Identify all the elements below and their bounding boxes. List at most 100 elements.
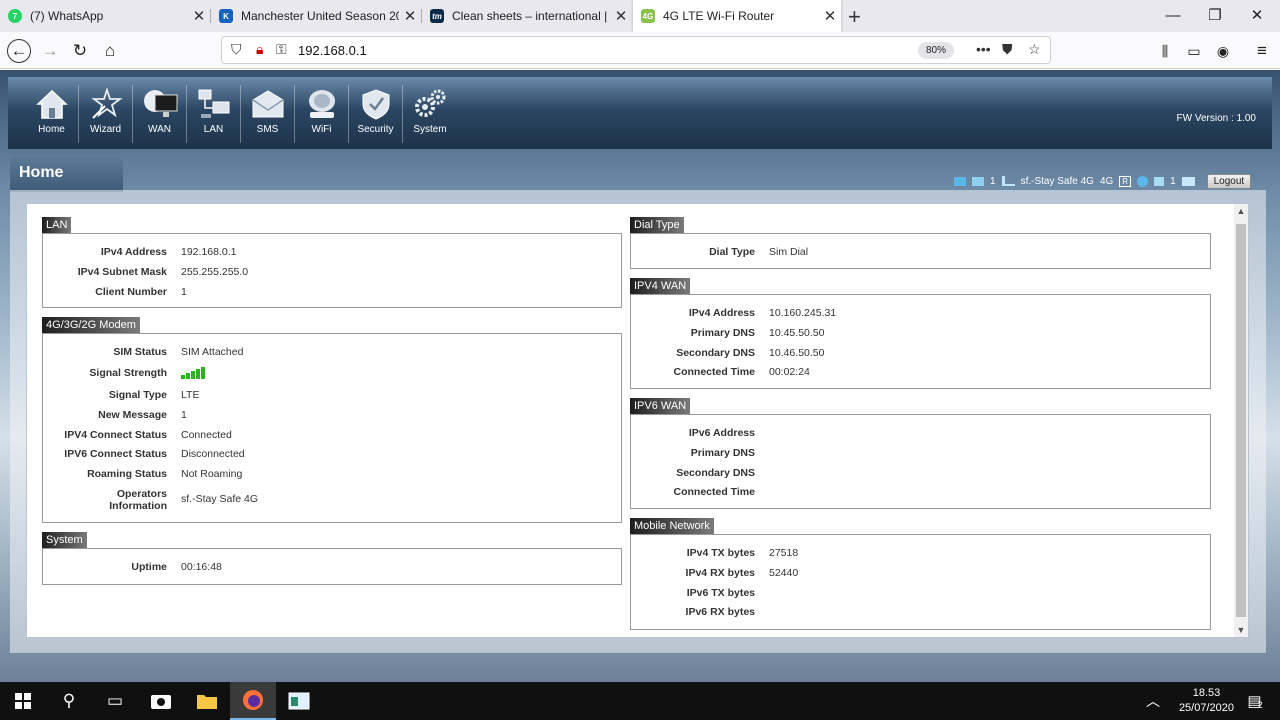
notifications-icon[interactable]: ▤ 2: [1232, 682, 1278, 720]
sms-count: 1: [990, 175, 996, 187]
back-icon[interactable]: ←: [7, 39, 31, 63]
close-tab-icon[interactable]: ✕: [188, 7, 210, 25]
sms-icon: [250, 87, 286, 121]
sms-status-icon: [972, 176, 984, 186]
close-tab-icon[interactable]: ✕: [610, 7, 632, 25]
scrollbar-thumb[interactable]: [1236, 224, 1246, 617]
section-title: IPV6 WAN: [630, 398, 691, 414]
tab-manchester-united[interactable]: K Manchester United Season 2019 ✕: [211, 0, 421, 32]
tab-title: Manchester United Season 2019: [241, 9, 399, 23]
scroll-down-icon[interactable]: ▼: [1234, 625, 1248, 635]
computer-icon: [1181, 176, 1195, 186]
shield-icon[interactable]: ⛉: [231, 41, 242, 58]
menu-item-wan[interactable]: WAN: [133, 85, 187, 143]
menu-item-system[interactable]: System: [403, 85, 457, 143]
security-icon: [358, 87, 394, 121]
page-title: Home: [10, 158, 123, 192]
ipv6-wan-section: IPV6 WAN IPv6 Address Primary DNS Second…: [630, 398, 1211, 511]
hamburger-menu-icon[interactable]: ≡: [1251, 40, 1273, 62]
close-tab-icon[interactable]: ✕: [819, 7, 841, 25]
lan-section: LAN IPv4 Address 192.168.0.1 IPv4 Subnet …: [42, 217, 622, 310]
camera-app-icon[interactable]: [138, 682, 184, 720]
vertical-scrollbar[interactable]: ▲ ▼: [1234, 204, 1248, 637]
section-title: IPV4 WAN: [630, 278, 691, 294]
dial-type-section: Dial Type Dial Type Sim Dial: [630, 217, 1211, 271]
ipv4-wan-section: IPV4 WAN IPv4 Address 10.160.245.31 Prima…: [630, 278, 1211, 391]
task-view-icon[interactable]: ▭: [92, 682, 138, 720]
windows-taskbar: ⚲ ▭ ︿ 18.53 25/07/2020 ▤ 2: [0, 682, 1280, 720]
signal-bar: [181, 375, 185, 379]
wan-icon: [142, 87, 178, 121]
4g-icon: 4G: [641, 9, 655, 23]
insecure-lock-icon[interactable]: 🔒︎: [256, 41, 263, 58]
tab-router[interactable]: 4G 4G LTE Wi-Fi Router ✕: [633, 0, 841, 32]
network-type: 4G: [1099, 175, 1114, 187]
signal-icon: [1001, 176, 1015, 186]
account-icon[interactable]: ◉: [1212, 40, 1234, 62]
library-icon[interactable]: ⫼: [1154, 40, 1176, 62]
tm-icon: tm: [430, 9, 444, 23]
tab-title: Clean sheets – international | Tr: [452, 9, 610, 23]
more-actions-icon[interactable]: •••: [976, 41, 991, 57]
show-hidden-icons-icon[interactable]: ︿: [1130, 682, 1176, 720]
url-bar[interactable]: ⛉ 🔒︎ ⚿ 192.168.0.1 80% ••• ⛊ ☆: [221, 36, 1051, 64]
search-icon[interactable]: ⚲: [46, 682, 92, 720]
lan-icon: [196, 87, 232, 121]
tab-whatsapp[interactable]: 7 (7) WhatsApp ✕: [0, 0, 210, 32]
forward-icon[interactable]: →: [39, 40, 61, 62]
scroll-up-icon[interactable]: ▲: [1234, 206, 1248, 216]
home-icon[interactable]: ⌂: [99, 40, 121, 62]
new-tab-icon[interactable]: +: [848, 4, 861, 30]
wifi-status-icon: [1154, 176, 1165, 186]
content-area: LAN IPv4 Address 192.168.0.1 IPv4 Subnet …: [10, 190, 1266, 653]
modem-section: 4G/3G/2G Modem SIM Status SIM Attached Si…: [42, 317, 622, 523]
browser-tab-strip: 7 (7) WhatsApp ✕ K Manchester United Sea…: [0, 0, 1280, 32]
sidebar-icon[interactable]: ▭: [1183, 40, 1205, 62]
wifi-icon: [304, 87, 340, 121]
reload-icon[interactable]: ↻: [69, 40, 91, 62]
menu-item-sms[interactable]: SMS: [241, 85, 295, 143]
router-header: Home Wizard WAN LAN SMS WiFi Security Sy…: [8, 77, 1272, 149]
section-title: Dial Type: [630, 217, 684, 233]
menu-item-lan[interactable]: LAN: [187, 85, 241, 143]
maximize-icon[interactable]: ❐: [1192, 0, 1238, 32]
section-title: LAN: [42, 217, 72, 233]
logout-button[interactable]: Logout: [1206, 173, 1252, 189]
menu-item-wizard[interactable]: Wizard: [79, 85, 133, 143]
tab-title: 4G LTE Wi-Fi Router: [663, 9, 775, 23]
section-title: Mobile Network: [630, 518, 714, 534]
app-window-icon[interactable]: [276, 682, 322, 720]
firmware-version: FW Version : 1.00: [1176, 113, 1256, 124]
file-explorer-icon[interactable]: [184, 682, 230, 720]
globe-icon: [1137, 175, 1149, 187]
home-panel: LAN IPv4 Address 192.168.0.1 IPv4 Subnet …: [26, 203, 1249, 638]
tab-clean-sheets[interactable]: tm Clean sheets – international | Tr ✕: [422, 0, 632, 32]
signal-bar: [186, 373, 190, 379]
client-count: 1: [1170, 175, 1176, 187]
menu-item-home[interactable]: Home: [25, 85, 79, 143]
tab-title: (7) WhatsApp: [30, 9, 104, 23]
minimize-icon[interactable]: —: [1150, 0, 1196, 32]
zoom-level[interactable]: 80%: [918, 42, 954, 59]
wizard-icon: [88, 87, 124, 121]
menu-item-wifi[interactable]: WiFi: [295, 85, 349, 143]
system-section: System Uptime 00:16:48: [42, 532, 622, 586]
main-menu: Home Wizard WAN LAN SMS WiFi Security Sy…: [25, 85, 457, 143]
signal-strength-bars: [181, 367, 205, 379]
home-icon: [34, 87, 70, 121]
system-clock[interactable]: 18.53 25/07/2020: [1179, 686, 1234, 716]
mobile-network-section: Mobile Network IPv4 TX bytes 27518 IPv4 R…: [630, 518, 1211, 632]
bookmark-star-icon[interactable]: ☆: [1028, 41, 1041, 58]
windows-start-icon[interactable]: [0, 682, 46, 720]
close-tab-icon[interactable]: ✕: [399, 7, 421, 25]
router-page: Home Wizard WAN LAN SMS WiFi Security Sy…: [0, 70, 1280, 682]
url-text[interactable]: 192.168.0.1: [298, 43, 367, 58]
pocket-icon[interactable]: ⛊: [1002, 41, 1013, 58]
close-window-icon[interactable]: ✕: [1234, 0, 1280, 32]
roaming-indicator: R: [1119, 175, 1132, 187]
menu-item-security[interactable]: Security: [349, 85, 403, 143]
operator-name: sf.-Stay Safe 4G: [1020, 175, 1094, 187]
signal-bar: [196, 369, 200, 379]
notification-count: 2: [1257, 700, 1263, 710]
firefox-icon[interactable]: [230, 682, 276, 720]
